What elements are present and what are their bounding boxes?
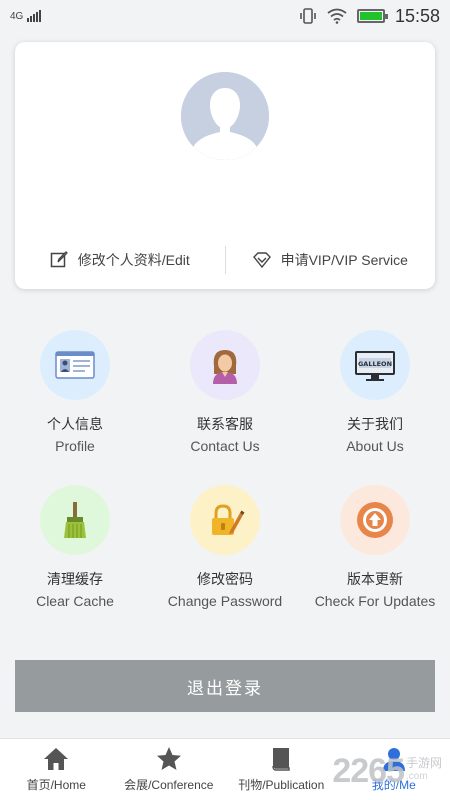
menu-item-label-en: About Us xyxy=(346,438,404,454)
tab-label: 刊物/Publication xyxy=(238,778,325,792)
logout-button[interactable]: 退出登录 xyxy=(15,660,435,712)
menu-item-label-en: Change Password xyxy=(167,593,283,609)
gallon-monitor-icon: GALLEON xyxy=(340,330,410,400)
tab-conference[interactable]: 会展/Conference xyxy=(113,739,226,800)
menu-item-clear-cache[interactable]: 清理缓存 Clear Cache xyxy=(0,485,150,640)
menu-item-profile[interactable]: 个人信息 Profile xyxy=(0,330,150,485)
tab-label: 我的/Me xyxy=(371,778,416,792)
menu-item-label-cn: 清理缓存 xyxy=(47,571,103,587)
menu-item-label-cn: 联系客服 xyxy=(197,416,253,432)
star-icon xyxy=(156,747,181,770)
diamond-icon xyxy=(252,252,271,269)
svg-text:GALLEON: GALLEON xyxy=(358,360,392,368)
status-left: 4G xyxy=(10,10,42,22)
update-arrow-icon xyxy=(340,485,410,555)
home-icon xyxy=(44,748,69,770)
network-type: 4G xyxy=(10,11,24,22)
menu-item-change-password[interactable]: 修改密码 Change Password xyxy=(150,485,300,640)
vibrate-icon xyxy=(300,8,316,24)
vip-service-label: 申请VIP/VIP Service xyxy=(280,252,408,268)
menu-item-label-cn: 版本更新 xyxy=(347,571,403,587)
menu-item-label-en: Check For Updates xyxy=(314,593,436,609)
edit-profile-label: 修改个人资料/Edit xyxy=(77,252,190,268)
menu-item-check-updates[interactable]: 版本更新 Check For Updates xyxy=(300,485,450,640)
menu-item-contact-us[interactable]: 联系客服 Contact Us xyxy=(150,330,300,485)
wifi-icon xyxy=(327,8,347,24)
bottom-tab-bar: 首页/Home 会展/Conference 刊物/Publication 我的/… xyxy=(0,738,450,800)
menu-item-label-en: Profile xyxy=(55,438,95,454)
lock-pen-icon xyxy=(190,485,260,555)
status-bar: 4G 15:58 xyxy=(0,0,450,32)
tab-me[interactable]: 我的/Me xyxy=(338,739,450,800)
signal-icon xyxy=(27,10,42,22)
battery-icon xyxy=(356,9,388,23)
book-icon xyxy=(272,748,290,771)
card-actions: 修改个人资料/Edit 申请VIP/VIP Service xyxy=(15,242,435,278)
menu-item-label-en: Contact Us xyxy=(190,438,260,454)
menu-grid: 个人信息 Profile 联系客服 Contact Us GALLEON 关于我… xyxy=(0,330,450,640)
menu-item-label-cn: 修改密码 xyxy=(197,571,253,587)
menu-item-label-cn: 关于我们 xyxy=(347,416,403,432)
tab-label: 首页/Home xyxy=(26,778,86,792)
id-card-icon xyxy=(40,330,110,400)
edit-profile-button[interactable]: 修改个人资料/Edit xyxy=(15,250,225,270)
service-woman-icon xyxy=(190,330,260,400)
tab-label: 会展/Conference xyxy=(124,778,214,792)
broom-icon xyxy=(40,485,110,555)
profile-card: 修改个人资料/Edit 申请VIP/VIP Service xyxy=(15,42,435,289)
status-time: 15:58 xyxy=(394,5,440,26)
edit-icon xyxy=(50,251,68,268)
menu-item-label-cn: 个人信息 xyxy=(47,416,103,432)
user-icon xyxy=(382,748,405,771)
menu-item-label-en: Clear Cache xyxy=(36,593,114,609)
default-user-avatar-icon[interactable] xyxy=(181,72,269,160)
vip-service-button[interactable]: 申请VIP/VIP Service xyxy=(226,250,436,270)
tab-publication[interactable]: 刊物/Publication xyxy=(225,739,338,800)
status-right: 15:58 xyxy=(299,6,440,27)
tab-home[interactable]: 首页/Home xyxy=(0,739,113,800)
menu-item-about-us[interactable]: GALLEON 关于我们 About Us xyxy=(300,330,450,485)
